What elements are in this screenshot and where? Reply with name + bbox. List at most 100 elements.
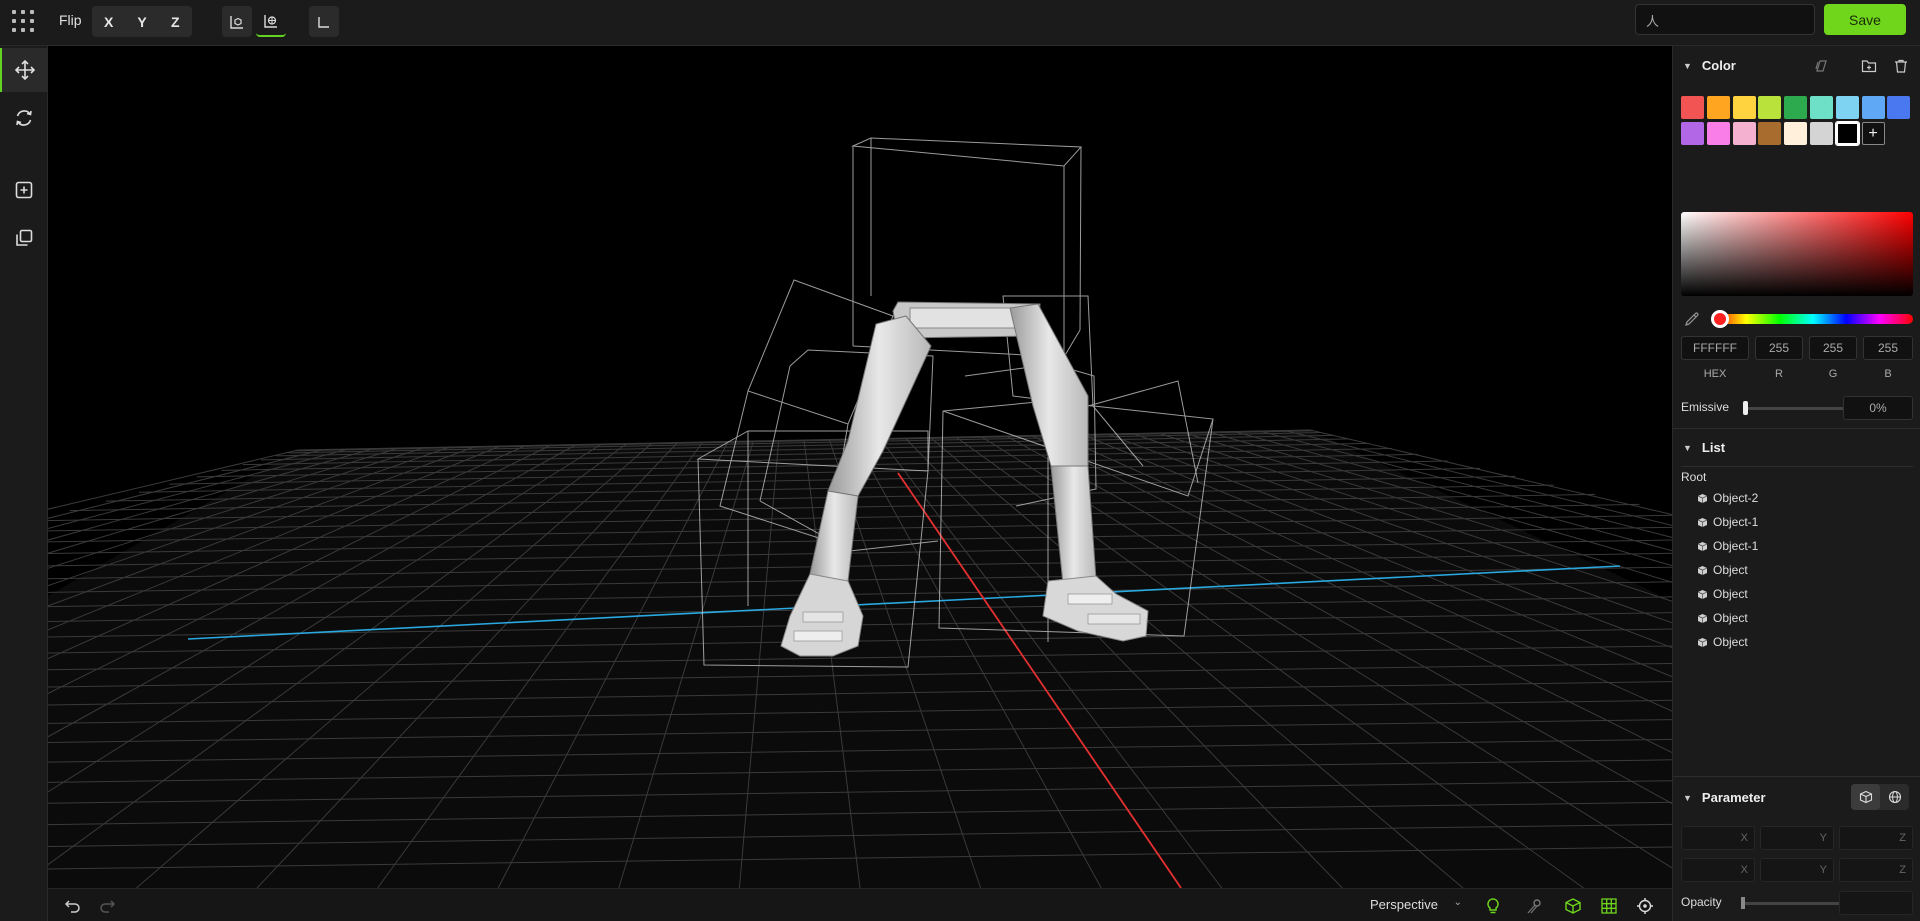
section-divider	[1673, 428, 1920, 429]
tree-root[interactable]: Root	[1681, 470, 1706, 484]
flip-x-button[interactable]: X	[92, 6, 125, 37]
hue-slider-handle[interactable]	[1711, 310, 1729, 328]
floor-grid	[48, 429, 1672, 888]
move-tool-button[interactable]	[0, 48, 47, 92]
color-swatch[interactable]	[1810, 96, 1833, 119]
save-button[interactable]: Save	[1824, 4, 1906, 35]
camera-mode-select[interactable]: Perspective ⌄	[1366, 894, 1466, 916]
color-swatch[interactable]	[1681, 96, 1704, 119]
saturation-value-picker[interactable]	[1681, 212, 1913, 296]
grid-toggle[interactable]	[1598, 895, 1620, 917]
blue-input[interactable]: 255	[1863, 336, 1913, 360]
red-input[interactable]: 255	[1755, 336, 1803, 360]
left-toolbar	[0, 46, 48, 921]
undo-button[interactable]	[62, 895, 84, 917]
cube-icon	[1697, 589, 1708, 599]
camera-mode-value: Perspective	[1370, 897, 1438, 912]
wireframe-toggle[interactable]	[1562, 895, 1584, 917]
color-swatch[interactable]	[1834, 121, 1860, 146]
list-item-label: Object	[1713, 611, 1748, 625]
color-swatch[interactable]	[1835, 96, 1859, 119]
world-param-button[interactable]	[1880, 784, 1909, 810]
trash-icon	[1895, 59, 1907, 73]
list-item[interactable]: Object	[1697, 608, 1748, 628]
list-item[interactable]: Object	[1697, 632, 1748, 652]
list-item[interactable]: Object	[1697, 584, 1748, 604]
list-item[interactable]: Object-2	[1697, 488, 1758, 508]
green-input[interactable]: 255	[1809, 336, 1857, 360]
axis-corner-icon	[318, 16, 329, 28]
scene-canvas[interactable]	[48, 46, 1672, 888]
cube-icon	[1565, 898, 1581, 914]
position-z-input[interactable]: Z	[1839, 826, 1913, 850]
cube-icon	[1697, 613, 1708, 623]
lightbulb-icon	[1487, 898, 1499, 914]
green-label: G	[1828, 368, 1838, 380]
position-x-input[interactable]: X	[1681, 826, 1755, 850]
opacity-slider[interactable]	[1741, 902, 1841, 905]
palette-import-button[interactable]	[1811, 56, 1831, 76]
collapse-triangle-icon: ▼	[1683, 60, 1692, 71]
emissive-slider-handle[interactable]	[1743, 401, 1748, 415]
emissive-slider[interactable]	[1743, 407, 1847, 410]
hex-input[interactable]: FFFFFF	[1681, 336, 1749, 360]
color-swatch[interactable]	[1758, 96, 1782, 119]
rotation-z-input[interactable]: Z	[1839, 858, 1913, 882]
emissive-input[interactable]: 0%	[1843, 396, 1913, 420]
local-space-icon	[230, 15, 243, 29]
focus-button[interactable]	[1634, 895, 1656, 917]
list-section-header[interactable]: ▼ List	[1683, 440, 1725, 455]
add-color-button[interactable]: +	[1861, 122, 1885, 145]
color-swatch[interactable]	[1706, 96, 1730, 119]
parameter-section-title: Parameter	[1701, 790, 1766, 805]
color-swatch[interactable]	[1784, 122, 1808, 145]
3d-viewport[interactable]	[48, 46, 1672, 888]
color-swatch[interactable]	[1861, 96, 1885, 119]
position-y-input[interactable]: Y	[1760, 826, 1834, 850]
add-object-button[interactable]	[0, 168, 47, 212]
color-swatch[interactable]	[1732, 96, 1756, 119]
palette-delete-button[interactable]	[1891, 56, 1911, 76]
axis-gizmo-button[interactable]	[309, 6, 339, 37]
rotation-y-input[interactable]: Y	[1760, 858, 1834, 882]
list-item-label: Object-2	[1713, 491, 1759, 505]
color-swatch[interactable]	[1784, 96, 1808, 119]
move-icon	[14, 59, 35, 81]
color-section-header[interactable]: ▼ Color	[1683, 58, 1736, 73]
local-space-button[interactable]	[222, 6, 252, 37]
cube-icon	[1697, 565, 1708, 575]
world-space-button[interactable]	[256, 6, 286, 37]
redo-icon	[100, 900, 116, 913]
hue-slider[interactable]	[1713, 314, 1913, 324]
flip-y-button[interactable]: Y	[125, 6, 158, 37]
color-swatch[interactable]	[1810, 122, 1833, 145]
rotation-x-input[interactable]: X	[1681, 858, 1755, 882]
properties-panel: ▼ Color + FFFFFF 255 255 255 HEX R G B E…	[1672, 46, 1920, 921]
local-param-button[interactable]	[1851, 784, 1880, 810]
flip-z-button[interactable]: Z	[159, 6, 192, 37]
eyedropper-button[interactable]	[1681, 308, 1703, 330]
flip-axis-group: X Y Z	[92, 6, 192, 37]
list-item[interactable]: Object-1	[1697, 536, 1758, 556]
lighting-toggle[interactable]	[1482, 895, 1504, 917]
color-swatch[interactable]	[1706, 122, 1730, 145]
light-direction-toggle[interactable]	[1523, 895, 1545, 917]
list-item[interactable]: Object	[1697, 560, 1748, 580]
search-input[interactable]: 人	[1635, 4, 1815, 35]
rotate-tool-button[interactable]	[0, 96, 47, 140]
app-menu-icon[interactable]	[12, 10, 34, 32]
opacity-input[interactable]	[1839, 891, 1913, 915]
color-swatch[interactable]	[1887, 96, 1911, 119]
palette-folder-button[interactable]	[1859, 56, 1879, 76]
eyedropper-icon	[1685, 312, 1699, 326]
color-swatch[interactable]	[1681, 122, 1704, 145]
color-swatch[interactable]	[1758, 122, 1782, 145]
redo-button[interactable]	[96, 895, 118, 917]
duplicate-button[interactable]	[0, 216, 47, 260]
emissive-label: Emissive	[1681, 400, 1730, 414]
parameter-section-header[interactable]: ▼ Parameter	[1683, 790, 1766, 805]
color-swatch[interactable]	[1732, 122, 1756, 145]
duplicate-icon	[15, 229, 32, 246]
list-item[interactable]: Object-1	[1697, 512, 1758, 532]
opacity-slider-handle[interactable]	[1741, 897, 1745, 909]
